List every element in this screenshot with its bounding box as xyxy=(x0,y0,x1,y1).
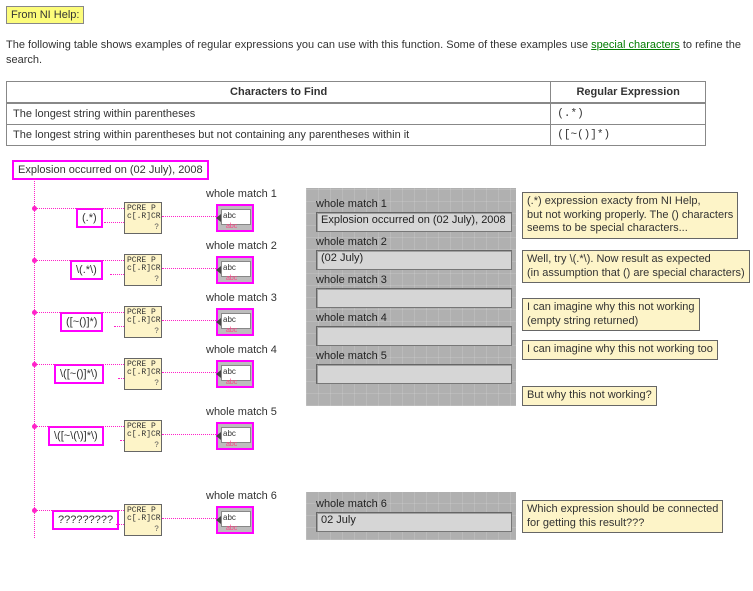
fp-field-4[interactable] xyxy=(316,326,512,346)
indicator-3[interactable]: abcabc xyxy=(216,308,254,336)
wire-in-5 xyxy=(34,426,124,428)
th-chars: Characters to Find xyxy=(7,81,551,102)
pattern-1[interactable]: (.*) xyxy=(76,208,103,228)
dot-2 xyxy=(32,258,37,263)
special-characters-link[interactable]: special characters xyxy=(591,39,680,51)
comment-4: I can imagine why this not working too xyxy=(522,340,718,360)
pcre-node-4[interactable]: PCRE Pc[.R]CR xyxy=(124,358,162,390)
pcre-node-6[interactable]: PCRE Pc[.R]CR xyxy=(124,504,162,536)
pattern-2[interactable]: \(.*\) xyxy=(70,260,103,280)
block-diagram: Explosion occurred on (02 July), 2008 (.… xyxy=(6,160,746,560)
abc-foot-icon: abc xyxy=(226,275,237,282)
pattern-4[interactable]: \([~()]*\) xyxy=(54,364,104,384)
abc-foot-icon: abc xyxy=(226,379,237,386)
wire-in-6 xyxy=(34,510,124,512)
label-match-6: whole match 6 xyxy=(206,490,277,502)
wire-in-1 xyxy=(34,208,124,210)
fp-label-6: whole match 6 xyxy=(316,498,506,510)
wire-pat-1 xyxy=(104,222,124,224)
label-match-5: whole match 5 xyxy=(206,406,277,418)
comment-6: Which expression should be connectedfor … xyxy=(522,500,723,534)
indicator-6[interactable]: abcabc xyxy=(216,506,254,534)
front-panel-a: whole match 1 Explosion occurred on (02 … xyxy=(306,188,516,406)
help-table: Characters to Find Regular Expression Th… xyxy=(6,81,706,146)
fp-field-1[interactable]: Explosion occurred on (02 July), 2008 xyxy=(316,212,512,232)
pcre-node-3[interactable]: PCRE Pc[.R]CR xyxy=(124,306,162,338)
fp-field-5[interactable] xyxy=(316,364,512,384)
pcre-node-1[interactable]: PCRE Pc[.R]CR xyxy=(124,202,162,234)
wire-pat-3 xyxy=(114,326,124,328)
fp-label-2: whole match 2 xyxy=(316,236,506,248)
th-regex: Regular Expression xyxy=(551,81,706,102)
pcre-node-2[interactable]: PCRE Pc[.R]CR xyxy=(124,254,162,286)
abc-foot-icon: abc xyxy=(226,223,237,230)
dot-4 xyxy=(32,362,37,367)
wire-pat-6 xyxy=(116,524,124,526)
pattern-3[interactable]: ([~()]*) xyxy=(60,312,103,332)
wire-pat-5 xyxy=(120,440,124,442)
row1-desc: The longest string within parentheses xyxy=(7,103,551,124)
dot-6 xyxy=(32,508,37,513)
wire-out-4 xyxy=(162,372,216,374)
dot-5 xyxy=(32,424,37,429)
wire-in-4 xyxy=(34,364,124,366)
pattern-5[interactable]: \([~\(\)]*\) xyxy=(48,426,104,446)
fp-label-3: whole match 3 xyxy=(316,274,506,286)
pattern-6[interactable]: ????????? xyxy=(52,510,119,530)
comment-1: (.*) expression exacty from NI Help,but … xyxy=(522,192,738,239)
intro-prefix: The following table shows examples of re… xyxy=(6,39,591,51)
input-string-constant[interactable]: Explosion occurred on (02 July), 2008 xyxy=(12,160,209,180)
wire-out-2 xyxy=(162,268,216,270)
wire-pat-4 xyxy=(118,378,124,380)
fp-label-1: whole match 1 xyxy=(316,198,506,210)
dot-1 xyxy=(32,206,37,211)
fp-label-5: whole match 5 xyxy=(316,350,506,362)
front-panel-b: whole match 6 02 July xyxy=(306,492,516,540)
label-match-1: whole match 1 xyxy=(206,188,277,200)
row2-regex: ([~()]*) xyxy=(551,124,706,145)
wire-in-2 xyxy=(34,260,124,262)
row2-desc: The longest string within parentheses bu… xyxy=(7,124,551,145)
indicator-2[interactable]: abcabc xyxy=(216,256,254,284)
fp-field-2[interactable]: (02 July) xyxy=(316,250,512,270)
comment-2: Well, try \(.*\). Now result as expected… xyxy=(522,250,750,284)
abc-foot-icon: abc xyxy=(226,327,237,334)
wire-out-1 xyxy=(162,216,216,218)
wire-out-6 xyxy=(162,518,216,520)
row1-regex: (.*) xyxy=(551,103,706,124)
indicator-5[interactable]: abcabc xyxy=(216,422,254,450)
dot-3 xyxy=(32,310,37,315)
abc-foot-icon: abc xyxy=(226,525,237,532)
comment-3: I can imagine why this not working(empty… xyxy=(522,298,700,332)
wire-out-3 xyxy=(162,320,216,322)
fp-field-6[interactable]: 02 July xyxy=(316,512,512,532)
wire-in-3 xyxy=(34,312,124,314)
comment-5: But why this not working? xyxy=(522,386,657,406)
label-match-3: whole match 3 xyxy=(206,292,277,304)
indicator-1[interactable]: abcabc xyxy=(216,204,254,232)
label-match-2: whole match 2 xyxy=(206,240,277,252)
abc-foot-icon: abc xyxy=(226,441,237,448)
indicator-4[interactable]: abcabc xyxy=(216,360,254,388)
wire-v-main xyxy=(34,178,36,538)
intro-text: The following table shows examples of re… xyxy=(6,38,753,69)
label-match-4: whole match 4 xyxy=(206,344,277,356)
pcre-node-5[interactable]: PCRE Pc[.R]CR xyxy=(124,420,162,452)
fp-label-4: whole match 4 xyxy=(316,312,506,324)
wire-out-5 xyxy=(162,434,216,436)
help-tag: From NI Help: xyxy=(6,6,84,24)
fp-field-3[interactable] xyxy=(316,288,512,308)
wire-pat-2 xyxy=(110,274,124,276)
